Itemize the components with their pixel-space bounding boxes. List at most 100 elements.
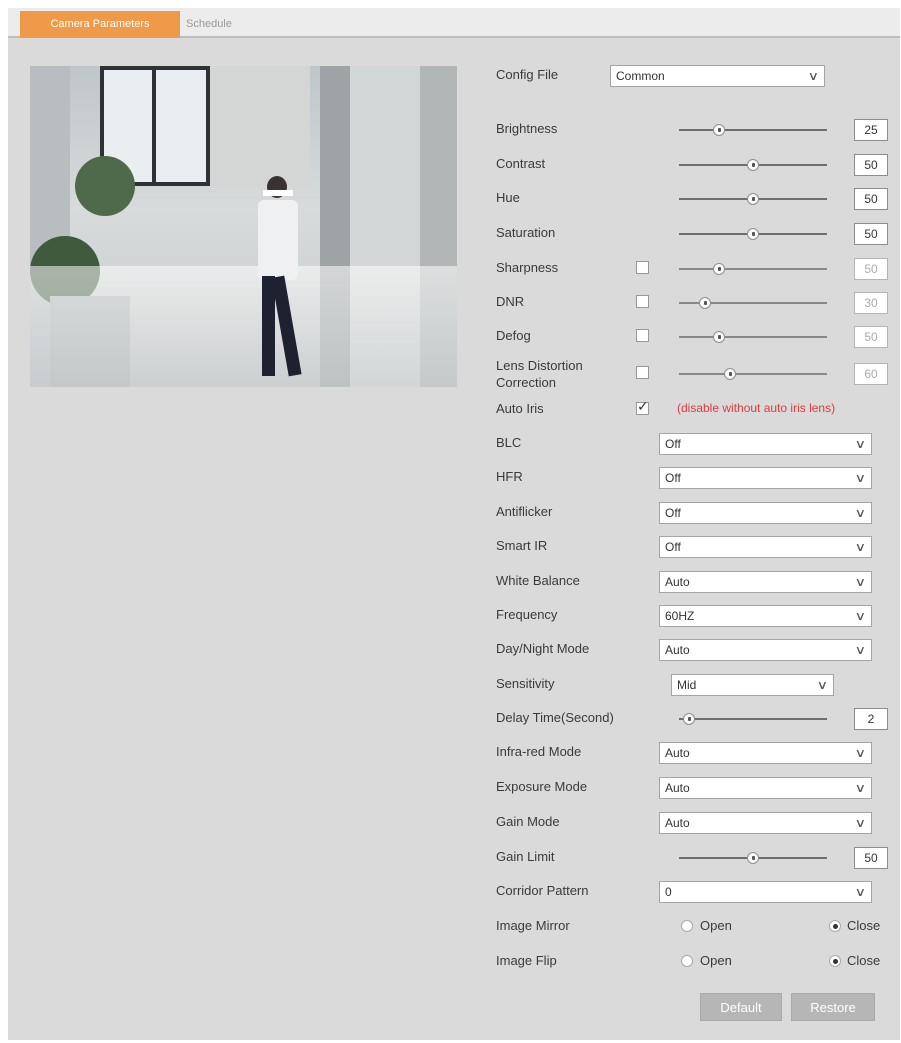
gain-limit-label: Gain Limit <box>496 849 555 864</box>
slider-thumb[interactable] <box>747 852 759 864</box>
gain-limit-value[interactable]: 50 <box>854 847 888 869</box>
image-flip-open-label[interactable]: Open <box>700 953 732 968</box>
chevron-down-icon: ∨ <box>816 678 829 692</box>
sensitivity-label: Sensitivity <box>496 676 555 691</box>
config-file-value: Common <box>616 69 665 83</box>
image-flip-close-radio[interactable] <box>829 955 841 967</box>
slider-thumb[interactable] <box>747 228 759 240</box>
image-mirror-close-radio[interactable] <box>829 920 841 932</box>
image-mirror-close-label[interactable]: Close <box>847 918 880 933</box>
infrared-value: Auto <box>665 746 690 760</box>
slider-thumb[interactable] <box>713 124 725 136</box>
lens-distortion-slider[interactable] <box>679 368 827 380</box>
smart-ir-label: Smart IR <box>496 538 548 553</box>
contrast-slider[interactable] <box>679 159 827 171</box>
hue-value[interactable]: 50 <box>854 188 888 210</box>
sharpness-value[interactable]: 50 <box>854 258 888 280</box>
dnr-checkbox[interactable] <box>636 295 649 308</box>
tab-bar: Camera Parameters Schedule <box>8 8 900 38</box>
slider-thumb[interactable] <box>724 368 736 380</box>
delay-time-label: Delay Time(Second) <box>496 710 614 725</box>
default-button[interactable]: Default <box>700 993 782 1021</box>
hfr-value: Off <box>665 471 681 485</box>
image-flip-open-radio[interactable] <box>681 955 693 967</box>
tab-camera-parameters[interactable]: Camera Parameters <box>20 11 180 38</box>
hue-label: Hue <box>496 190 520 205</box>
auto-iris-checkbox[interactable] <box>636 398 649 415</box>
lens-distortion-value[interactable]: 60 <box>854 363 888 385</box>
gain-mode-value: Auto <box>665 816 690 830</box>
chevron-down-icon: ∨ <box>854 437 867 451</box>
chevron-down-icon: ∨ <box>854 471 867 485</box>
exposure-label: Exposure Mode <box>496 779 588 794</box>
slider-thumb[interactable] <box>683 713 695 725</box>
chevron-down-icon: ∨ <box>854 575 867 589</box>
defog-label: Defog <box>496 328 531 343</box>
restore-button[interactable]: Restore <box>791 993 875 1021</box>
dnr-label: DNR <box>496 294 525 309</box>
delay-time-slider[interactable] <box>679 713 827 725</box>
frequency-value: 60HZ <box>665 609 695 623</box>
lens-distortion-label-line1: Lens Distortion <box>496 358 583 373</box>
smart-ir-value: Off <box>665 540 681 554</box>
blc-select[interactable]: Off ∨ <box>659 433 872 455</box>
day-night-value: Auto <box>665 643 690 657</box>
config-file-select[interactable]: Common ∨ <box>610 65 825 87</box>
infrared-label: Infra-red Mode <box>496 744 582 759</box>
saturation-value[interactable]: 50 <box>854 223 888 245</box>
hfr-label: HFR <box>496 469 523 484</box>
brightness-value[interactable]: 25 <box>854 119 888 141</box>
sensitivity-select[interactable]: Mid ∨ <box>671 674 834 696</box>
settings-panel: Camera Parameters Schedule Config File C… <box>8 8 900 1040</box>
slider-thumb[interactable] <box>747 193 759 205</box>
exposure-select[interactable]: Auto ∨ <box>659 777 872 799</box>
day-night-select[interactable]: Auto ∨ <box>659 639 872 661</box>
slider-thumb[interactable] <box>713 263 725 275</box>
dnr-value[interactable]: 30 <box>854 292 888 314</box>
sensitivity-value: Mid <box>677 678 697 692</box>
image-mirror-open-radio[interactable] <box>681 920 693 932</box>
lens-distortion-label: Lens Distortion Correction <box>496 357 583 391</box>
sharpness-label: Sharpness <box>496 260 559 275</box>
tab-schedule[interactable]: Schedule <box>186 11 232 38</box>
antiflicker-select[interactable]: Off ∨ <box>659 502 872 524</box>
hfr-select[interactable]: Off ∨ <box>659 467 872 489</box>
day-night-label: Day/Night Mode <box>496 641 590 656</box>
lens-distortion-checkbox[interactable] <box>636 366 649 379</box>
saturation-slider[interactable] <box>679 228 827 240</box>
chevron-down-icon: ∨ <box>854 506 867 520</box>
blc-label: BLC <box>496 435 522 450</box>
gain-mode-select[interactable]: Auto ∨ <box>659 812 872 834</box>
auto-iris-label: Auto Iris <box>496 401 544 416</box>
gain-limit-slider[interactable] <box>679 852 827 864</box>
corridor-label: Corridor Pattern <box>496 883 589 898</box>
frequency-select[interactable]: 60HZ ∨ <box>659 605 872 627</box>
defog-slider[interactable] <box>679 331 827 343</box>
sharpness-slider[interactable] <box>679 263 827 275</box>
auto-iris-note: (disable without auto iris lens) <box>677 401 836 415</box>
white-balance-select[interactable]: Auto ∨ <box>659 571 872 593</box>
slider-thumb[interactable] <box>747 159 759 171</box>
brightness-slider[interactable] <box>679 124 827 136</box>
infrared-select[interactable]: Auto ∨ <box>659 742 872 764</box>
defog-value[interactable]: 50 <box>854 326 888 348</box>
smart-ir-select[interactable]: Off ∨ <box>659 536 872 558</box>
defog-checkbox[interactable] <box>636 329 649 342</box>
video-preview <box>30 66 457 387</box>
slider-thumb[interactable] <box>713 331 725 343</box>
image-flip-close-label[interactable]: Close <box>847 953 880 968</box>
chevron-down-icon: ∨ <box>854 781 867 795</box>
corridor-select[interactable]: 0 ∨ <box>659 881 872 903</box>
sharpness-checkbox[interactable] <box>636 261 649 274</box>
delay-time-value[interactable]: 2 <box>854 708 888 730</box>
slider-thumb[interactable] <box>699 297 711 309</box>
white-balance-label: White Balance <box>496 573 580 588</box>
chevron-down-icon: ∨ <box>854 885 867 899</box>
image-mirror-open-label[interactable]: Open <box>700 918 732 933</box>
chevron-down-icon: ∨ <box>854 643 867 657</box>
contrast-value[interactable]: 50 <box>854 154 888 176</box>
white-balance-value: Auto <box>665 575 690 589</box>
hue-slider[interactable] <box>679 193 827 205</box>
dnr-slider[interactable] <box>679 297 827 309</box>
frequency-label: Frequency <box>496 607 558 622</box>
